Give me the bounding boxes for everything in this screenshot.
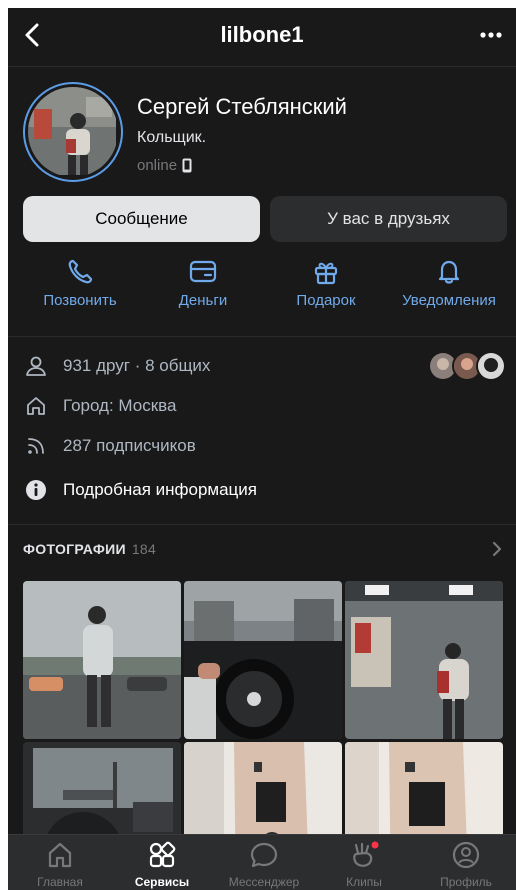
details-row[interactable]: Подробная информация [23,479,257,501]
photos-header[interactable]: ФОТОГРАФИИ 184 [23,541,156,557]
chevron-right-icon[interactable] [490,540,504,558]
notifications-label: Уведомления [402,292,496,309]
followers-row[interactable]: 287 подписчиков [23,435,196,457]
friend-avatar [476,351,506,381]
tab-clips[interactable]: Клипы [314,841,414,890]
photos-title: ФОТОГРАФИИ [23,541,126,557]
friends-row[interactable]: 931 друг · 8 общих [23,355,210,377]
tab-messenger[interactable]: Мессенджер [214,841,314,890]
mobile-phone-icon [182,158,192,173]
profile-icon [452,841,480,869]
call-action[interactable]: Позвонить [20,258,140,310]
page-title: lilbone1 [220,22,304,47]
services-icon [149,841,176,868]
chat-bubble-icon [250,842,278,868]
info-icon [26,480,46,500]
avatar-image [28,87,116,175]
message-button[interactable]: Сообщение [23,196,260,242]
rss-icon [28,438,44,454]
person-icon [26,356,46,376]
money-action[interactable]: Деньги [143,258,263,310]
phone-icon [68,259,93,284]
divider [8,66,516,67]
profile-name: Сергей Стеблянский [137,94,347,119]
notifications-action[interactable]: Уведомления [389,258,509,310]
city-label: Город: Москва [63,396,177,415]
notification-dot [371,841,379,849]
friends-status-button[interactable]: У вас в друзьях [270,196,507,242]
tab-messenger-label: Мессенджер [228,875,300,889]
gift-icon [314,262,338,285]
more-button[interactable] [476,20,506,50]
top-bar: lilbone1 [8,8,516,64]
photo-thumbnail[interactable] [184,581,342,739]
gift-label: Подарок [296,292,356,309]
divider [8,336,516,337]
clips-icon [353,841,379,867]
details-label: Подробная информация [63,480,257,499]
more-dots-icon [480,32,502,38]
tab-profile-label: Профиль [440,875,492,889]
photos-count: 184 [131,541,157,557]
tab-clips-label: Клипы [346,875,382,889]
tab-home[interactable]: Главная [10,841,110,890]
photo-thumbnail[interactable] [23,581,181,739]
divider [8,524,516,525]
tab-services[interactable]: Сервисы [112,841,212,890]
friends-count: 931 друг · 8 общих [63,356,211,375]
card-icon [189,260,217,283]
profile-screen: lilbone1 Сергей Стеблянский Кольщик. onl… [8,8,516,890]
bottom-tab-bar: Главная Сервисы Мессенджер Клипы Профиль [8,834,516,890]
money-label: Деньги [178,292,228,309]
city-row: Город: Москва [23,395,176,417]
avatar[interactable] [23,82,123,182]
tab-profile[interactable]: Профиль [416,841,516,890]
online-label: online [137,157,178,174]
mutual-friends-avatars[interactable] [428,351,506,381]
home-icon [48,842,72,868]
profile-status: Кольщик. [137,129,207,146]
tab-services-label: Сервисы [134,875,190,889]
online-status: online [137,157,192,174]
photo-thumbnail[interactable] [345,581,503,739]
call-label: Позвонить [43,292,117,309]
home-icon [27,397,45,415]
gift-action[interactable]: Подарок [266,258,386,310]
followers-count: 287 подписчиков [63,436,196,455]
bell-icon [438,260,460,284]
tab-home-label: Главная [37,875,83,889]
